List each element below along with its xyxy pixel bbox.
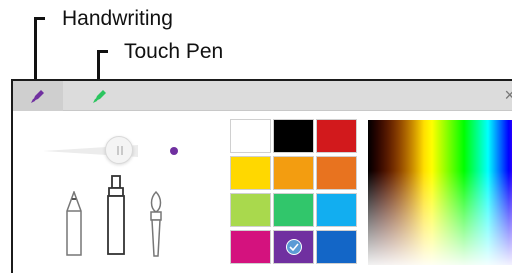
color-swatch[interactable] bbox=[230, 119, 271, 153]
color-swatch[interactable] bbox=[230, 156, 271, 190]
color-swatch[interactable] bbox=[316, 193, 357, 227]
pen-window: × bbox=[11, 79, 512, 273]
brush-icon[interactable] bbox=[146, 190, 166, 258]
checkmark-icon bbox=[286, 239, 302, 255]
color-swatch[interactable] bbox=[230, 193, 271, 227]
color-swatch[interactable] bbox=[273, 156, 314, 190]
pen-icon bbox=[93, 90, 106, 103]
thickness-slider-thumb[interactable] bbox=[105, 136, 133, 164]
color-swatch[interactable] bbox=[273, 230, 314, 264]
handwriting-label: Handwriting bbox=[62, 7, 173, 30]
pencil-icon[interactable] bbox=[65, 191, 83, 257]
color-swatch[interactable] bbox=[316, 230, 357, 264]
color-swatch[interactable] bbox=[316, 119, 357, 153]
callout-line bbox=[34, 17, 37, 81]
touch-pen-label: Touch Pen bbox=[124, 40, 224, 63]
marker-icon[interactable] bbox=[106, 174, 126, 256]
color-swatch[interactable] bbox=[273, 193, 314, 227]
tab-bar: × bbox=[13, 81, 512, 111]
color-swatch[interactable] bbox=[230, 230, 271, 264]
color-spectrum[interactable] bbox=[368, 120, 512, 265]
pen-icon bbox=[31, 90, 44, 103]
tab-touch-pen[interactable] bbox=[75, 81, 125, 111]
pen-settings-panel bbox=[13, 112, 512, 273]
tab-handwriting[interactable] bbox=[13, 81, 63, 111]
close-icon[interactable]: × bbox=[504, 86, 512, 104]
color-swatch[interactable] bbox=[273, 119, 314, 153]
color-swatch[interactable] bbox=[316, 156, 357, 190]
pen-preview-dot bbox=[170, 147, 178, 155]
callout-line bbox=[97, 50, 100, 81]
